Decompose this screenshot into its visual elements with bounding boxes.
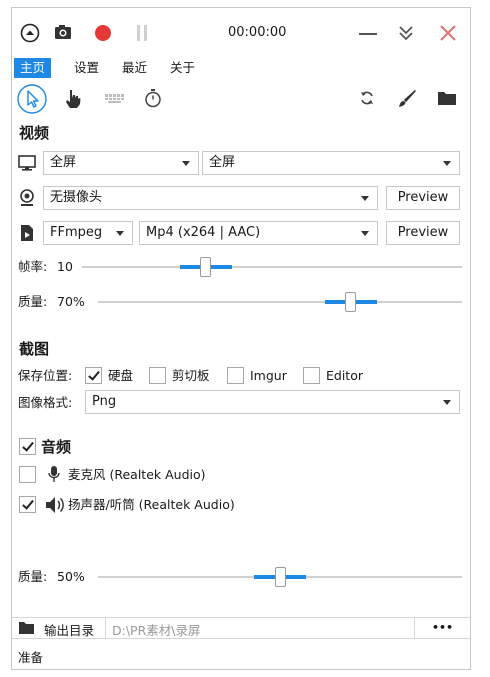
hand-tool-icon[interactable]	[64, 89, 82, 109]
close-icon[interactable]	[439, 24, 457, 42]
fps-value: 10	[57, 259, 73, 274]
brush-icon[interactable]	[397, 89, 417, 109]
image-format-select[interactable]: Png	[85, 390, 460, 414]
capture-mode-icon[interactable]	[20, 23, 40, 43]
record-icon[interactable]	[94, 24, 112, 42]
status-text: 准备	[18, 650, 44, 665]
save-location-label: 保存位置:	[18, 368, 73, 383]
output-bar: 输出目录 D:\PR素材\录屏 •••	[12, 617, 470, 639]
title-bar: 00:00:00	[12, 8, 470, 56]
audio-quality-slider[interactable]	[98, 567, 462, 587]
screen-mode-select[interactable]: 全屏	[202, 151, 460, 175]
app-window: 00:00:00 主页 设置 最近 关于 视频 全屏 全屏 无摄像头 Previ…	[11, 7, 471, 670]
video-quality-slider[interactable]	[98, 292, 462, 312]
target-label-disk: 硬盘	[108, 368, 134, 383]
screen-select-value: 全屏	[50, 155, 77, 170]
fps-slider[interactable]	[82, 257, 462, 277]
target-label-imgur: Imgur	[250, 368, 287, 383]
menu-about[interactable]: 关于	[164, 58, 201, 78]
folder-icon[interactable]	[437, 90, 457, 106]
screen-select[interactable]: 全屏	[43, 151, 199, 175]
video-section-title: 视频	[19, 124, 50, 142]
output-folder-label: 输出目录	[44, 623, 95, 638]
slider-thumb[interactable]	[274, 567, 286, 587]
chevron-down-icon	[116, 231, 124, 236]
chevron-down-icon	[361, 196, 369, 201]
webcam-icon	[20, 189, 34, 206]
chevron-down-icon	[182, 161, 190, 166]
target-label-clipboard: 剪切板	[172, 368, 210, 383]
microphone-checkbox[interactable]	[19, 466, 36, 483]
encoder-select-value: FFmpeg	[50, 225, 103, 240]
menu-settings[interactable]: 设置	[68, 58, 105, 78]
microphone-label: 麦克风 (Realtek Audio)	[68, 467, 206, 482]
microphone-icon	[48, 466, 60, 482]
keyboard-tool-icon[interactable]	[105, 94, 125, 104]
encoder-select[interactable]: FFmpeg	[43, 221, 133, 245]
target-checkbox-clipboard[interactable]	[149, 367, 166, 384]
chevron-down-icon	[443, 161, 451, 166]
menu-bar: 主页 设置 最近 关于	[12, 56, 470, 78]
target-checkbox-disk[interactable]	[85, 367, 102, 384]
refresh-icon[interactable]	[359, 90, 375, 106]
collapse-icon[interactable]	[398, 23, 414, 43]
output-folder-button[interactable]: 输出目录	[12, 618, 106, 638]
speaker-checkbox[interactable]	[19, 496, 36, 513]
target-checkbox-editor[interactable]	[303, 367, 320, 384]
monitor-icon	[18, 155, 36, 171]
output-more-button[interactable]: •••	[414, 618, 470, 638]
slider-thumb[interactable]	[200, 257, 212, 277]
slider-thumb[interactable]	[345, 292, 357, 312]
target-checkbox-imgur[interactable]	[227, 367, 244, 384]
screenshot-section-title: 截图	[19, 340, 50, 358]
camera-icon[interactable]	[54, 24, 72, 40]
audio-section-title: 音频	[41, 438, 72, 456]
chevron-down-icon	[361, 231, 369, 236]
menu-recent[interactable]: 最近	[116, 58, 153, 78]
chevron-down-icon	[443, 400, 451, 405]
audio-quality-label: 质量:	[18, 569, 48, 584]
pause-icon[interactable]	[134, 24, 150, 42]
audio-quality-value: 50%	[57, 569, 85, 584]
format-select-value: Mp4 (x264 | AAC)	[146, 225, 261, 240]
image-format-select-value: Png	[92, 394, 117, 409]
stopwatch-tool-icon[interactable]	[144, 88, 162, 108]
video-quality-value: 70%	[57, 294, 85, 309]
audio-enable-checkbox[interactable]	[19, 438, 36, 455]
image-format-label: 图像格式:	[18, 395, 73, 410]
speaker-icon	[46, 497, 64, 513]
format-preview-button[interactable]: Preview	[386, 221, 460, 245]
speaker-label: 扬声器/听筒 (Realtek Audio)	[68, 497, 235, 512]
target-label-editor: Editor	[326, 368, 363, 383]
video-quality-label: 质量:	[18, 294, 48, 309]
menu-home[interactable]: 主页	[14, 58, 52, 78]
fps-label: 帧率:	[18, 259, 48, 274]
output-path-field[interactable]: D:\PR素材\录屏	[112, 620, 200, 639]
camera-select-value: 无摄像头	[50, 190, 103, 205]
slider-track	[98, 301, 462, 303]
screen-mode-select-value: 全屏	[209, 155, 236, 170]
camera-select[interactable]: 无摄像头	[43, 186, 378, 210]
folder-icon	[19, 622, 34, 634]
minimize-icon[interactable]	[359, 32, 377, 36]
format-select[interactable]: Mp4 (x264 | AAC)	[139, 221, 378, 245]
camera-preview-button[interactable]: Preview	[386, 186, 460, 210]
recording-timer: 00:00:00	[228, 25, 287, 40]
pointer-tool-icon[interactable]	[17, 84, 47, 114]
file-video-icon	[21, 225, 33, 241]
slider-track	[82, 266, 462, 268]
